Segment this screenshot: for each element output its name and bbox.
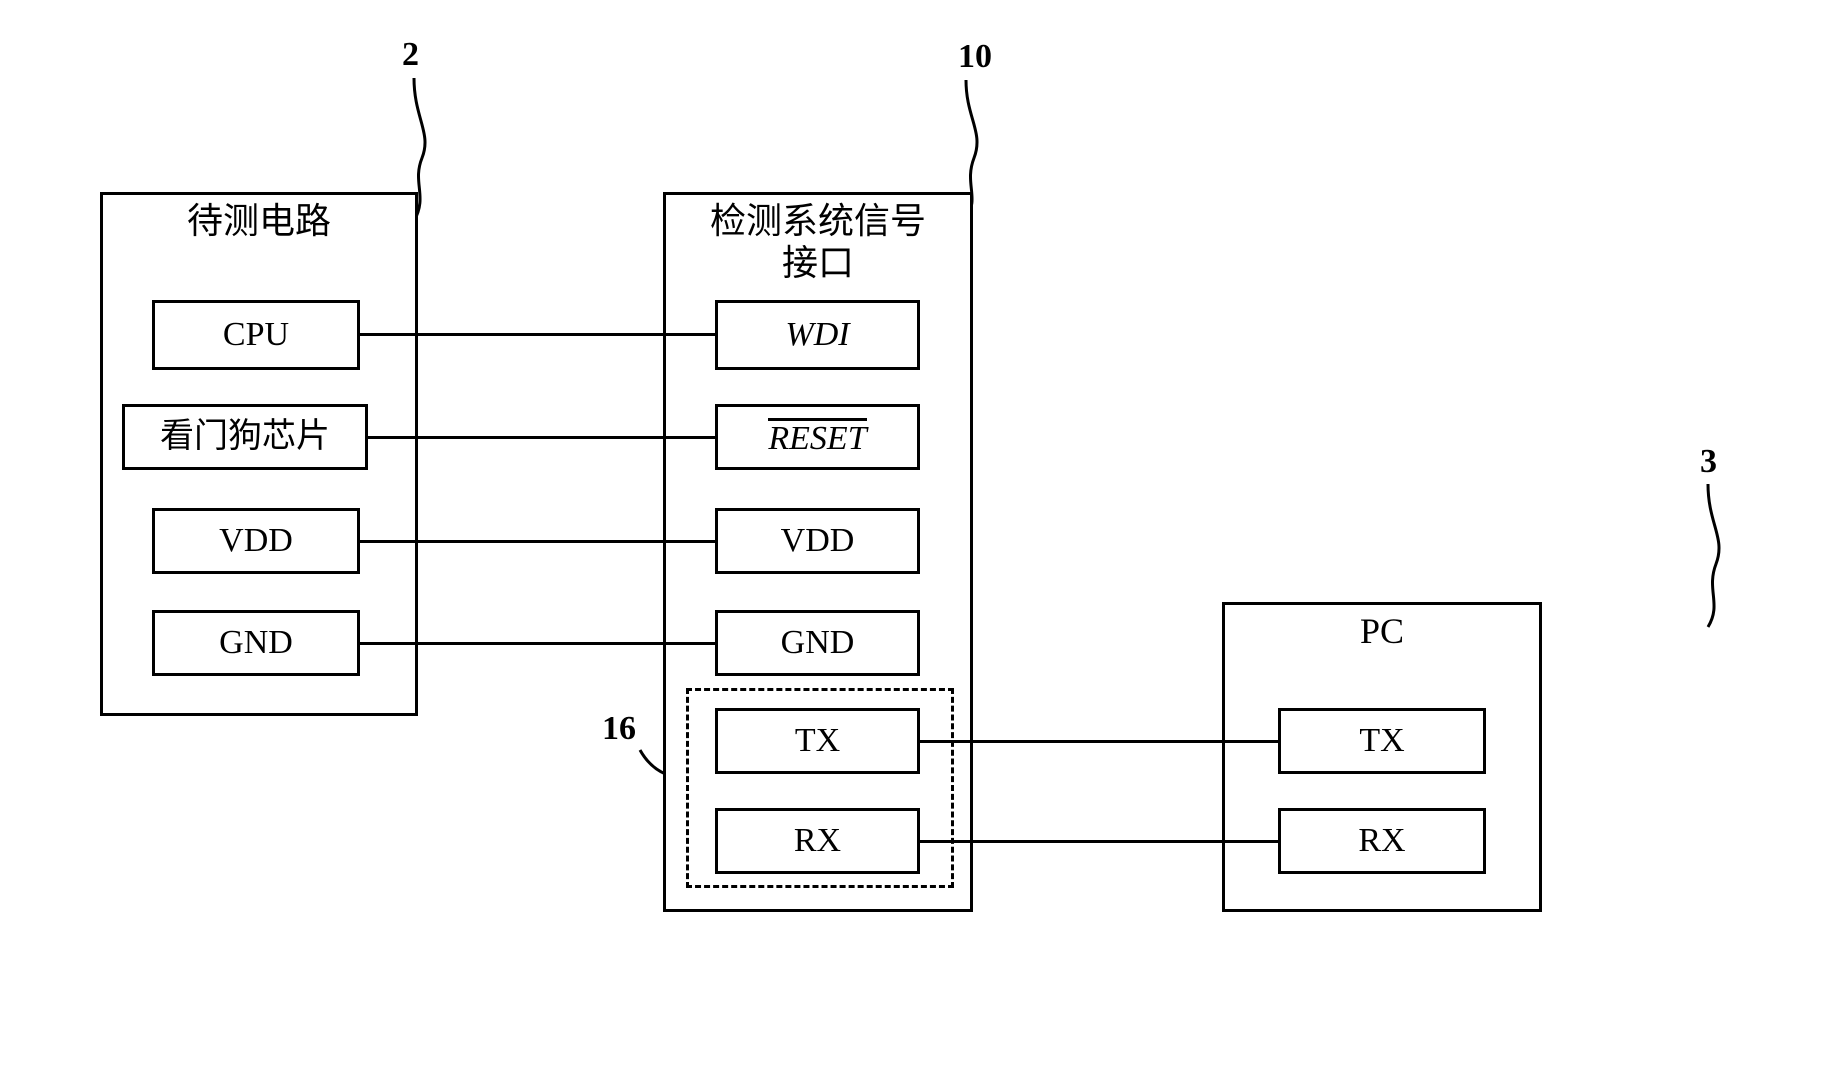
wire-tx-to-tx [920, 740, 1278, 743]
wire-gnd-to-gnd [360, 642, 715, 645]
reference-numeral-16: 16 [602, 710, 636, 747]
block-iface-gnd-label: GND [780, 624, 855, 661]
wire-cpu-to-wdi [360, 333, 715, 336]
block-wdi[interactable]: WDI [715, 300, 920, 370]
diagram-canvas: 2 10 3 16 待测电路 CPU 看门狗芯片 VDD GND 检测系统信号 … [0, 0, 1836, 1084]
block-pc-tx[interactable]: TX [1278, 708, 1486, 774]
wire-watchdog-to-reset [368, 436, 715, 439]
detection-interface-title: 检测系统信号 接口 [709, 201, 926, 284]
block-cut-gnd-label: GND [219, 624, 293, 661]
block-reset-label: RESET [768, 418, 867, 457]
block-cut-vdd[interactable]: VDD [152, 508, 360, 574]
block-iface-vdd[interactable]: VDD [715, 508, 920, 574]
block-reset[interactable]: RESET [715, 404, 920, 470]
circuit-under-test-title: 待测电路 [186, 201, 331, 241]
reference-numeral-2: 2 [402, 36, 419, 73]
block-iface-rx[interactable]: RX [715, 808, 920, 874]
block-iface-tx-label: TX [794, 722, 841, 759]
leader-line-3 [1706, 483, 1721, 628]
block-iface-rx-label: RX [793, 822, 842, 859]
block-cut-vdd-label: VDD [219, 522, 293, 559]
block-cut-gnd[interactable]: GND [152, 610, 360, 676]
block-cpu[interactable]: CPU [152, 300, 360, 370]
block-pc-rx[interactable]: RX [1278, 808, 1486, 874]
block-iface-vdd-label: VDD [780, 522, 855, 559]
block-cpu-label: CPU [222, 316, 290, 353]
block-iface-tx[interactable]: TX [715, 708, 920, 774]
reference-numeral-10: 10 [958, 38, 992, 75]
block-iface-gnd[interactable]: GND [715, 610, 920, 676]
wire-rx-to-rx [920, 840, 1278, 843]
wire-vdd-to-vdd [360, 540, 715, 543]
block-pc-rx-label: RX [1358, 822, 1406, 859]
block-wdi-label: WDI [785, 316, 850, 353]
block-watchdog-chip-label: 看门狗芯片 [160, 418, 330, 455]
block-watchdog-chip[interactable]: 看门狗芯片 [122, 404, 368, 470]
pc-title: PC [1359, 611, 1405, 651]
block-pc-tx-label: TX [1359, 722, 1405, 759]
reference-numeral-3: 3 [1700, 443, 1717, 480]
